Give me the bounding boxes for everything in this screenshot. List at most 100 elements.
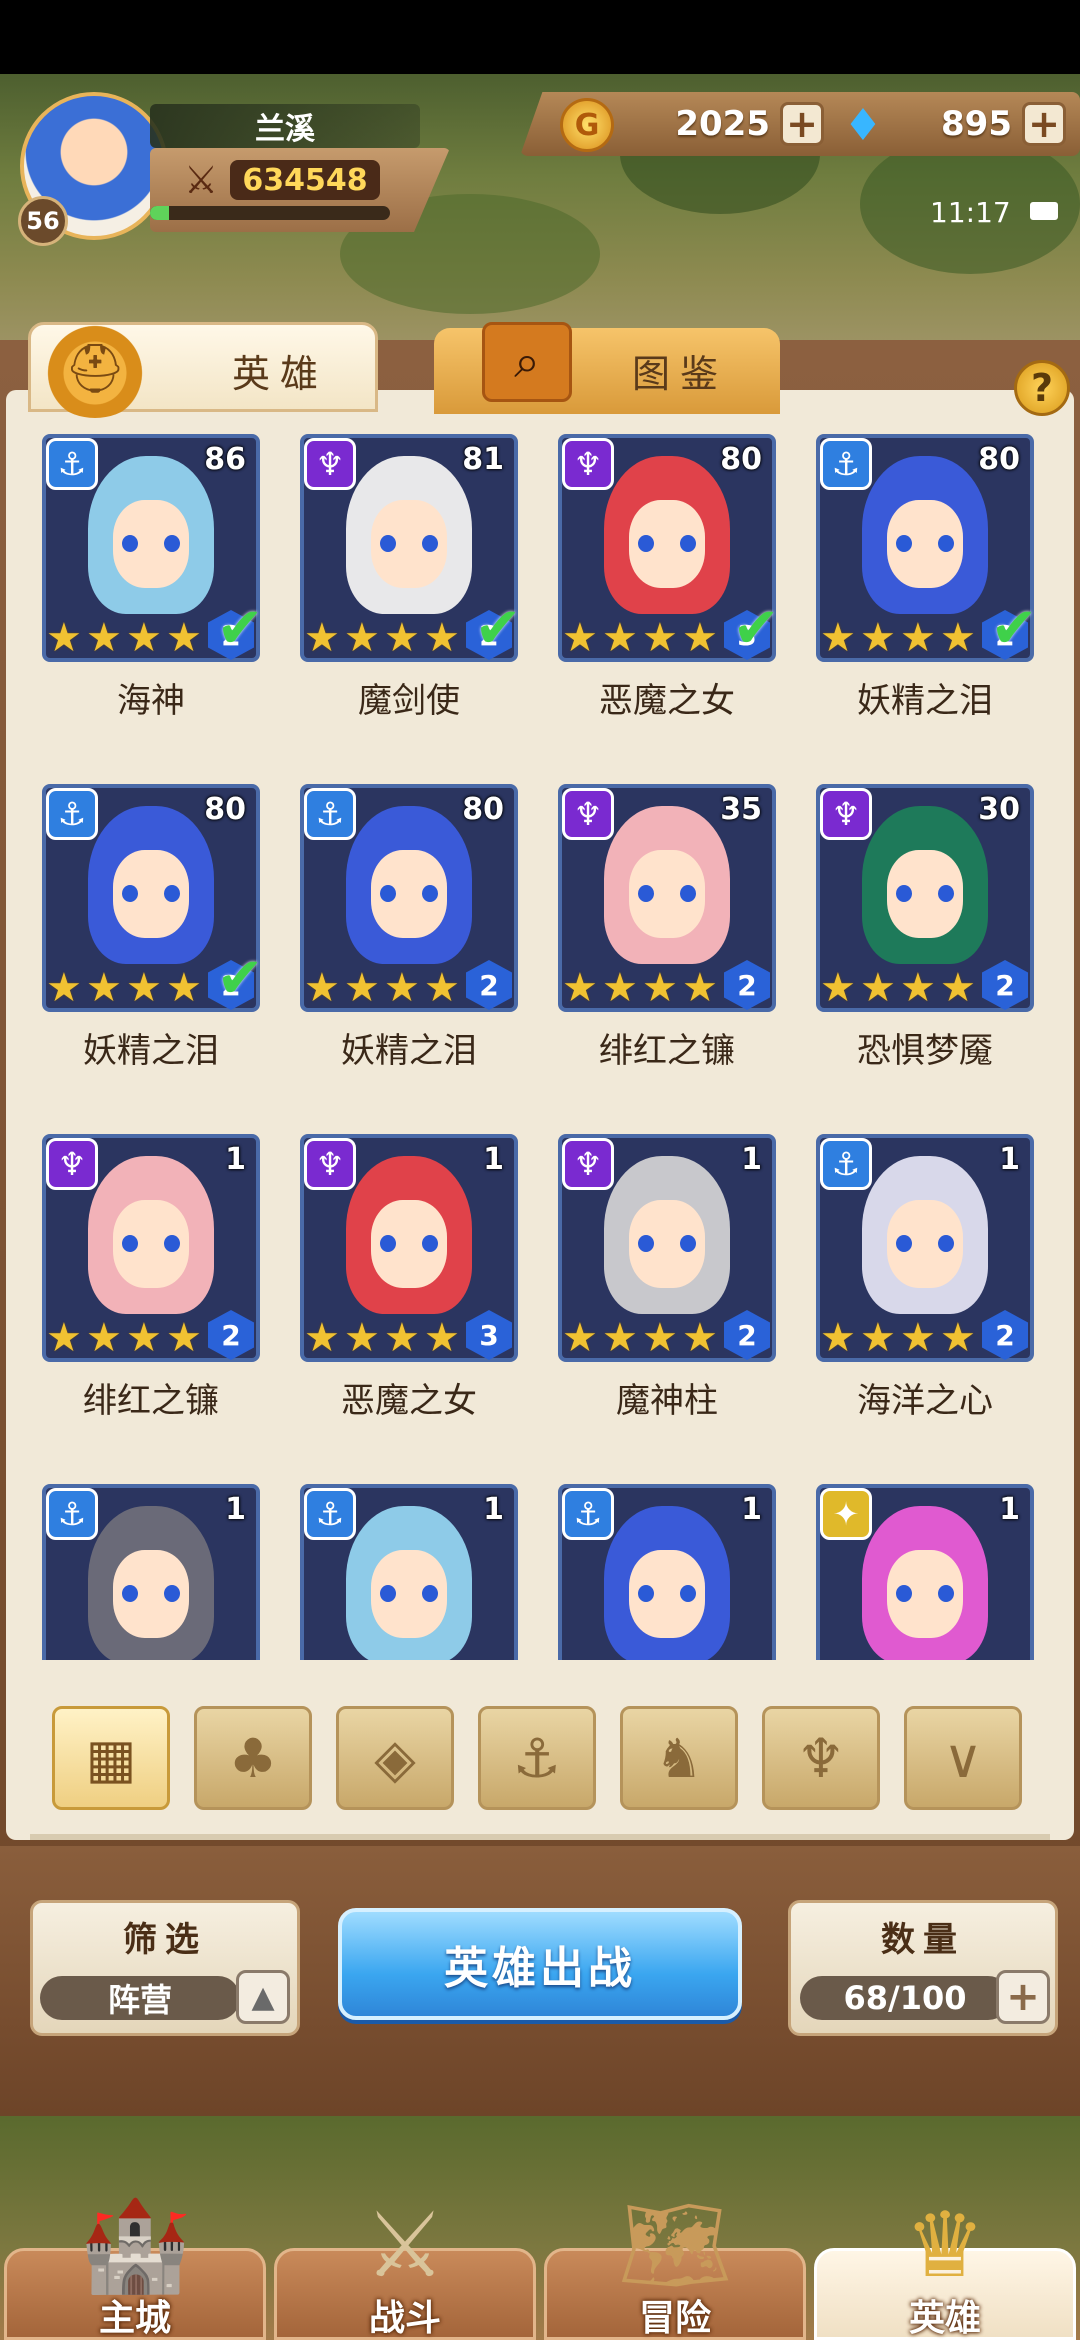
- deploy-heroes-button[interactable]: 英雄出战: [338, 1908, 742, 2020]
- hero-card[interactable]: ⚓ 80 ★ ★ ★ ★ 2 ✔ 妖精之泪: [42, 784, 263, 1104]
- hero-card[interactable]: ⚓ 1: [300, 1484, 518, 1660]
- add-gems-button[interactable]: +: [1022, 102, 1066, 146]
- anchor-faction-icon: ⚓: [820, 438, 872, 490]
- add-gold-button[interactable]: +: [780, 102, 824, 146]
- hero-portrait: ⚓ 1: [558, 1484, 776, 1660]
- hero-level: 80: [720, 442, 762, 477]
- anchor-faction-icon: ⚓: [304, 1488, 356, 1540]
- faction-filter-bar: ▦ ♣ ◈ ⚓ ♞ ♆ ∨: [52, 1706, 1032, 1816]
- star-rating: ★ ★ ★ ★: [304, 1315, 464, 1361]
- plus-icon: +: [1006, 1974, 1040, 2020]
- filter-title: 筛选: [123, 1919, 207, 1960]
- hero-card[interactable]: ⚓ 80 ★ ★ ★ ★ 2 妖精之泪: [300, 784, 518, 1104]
- hero-card[interactable]: ⚓ 1: [558, 1484, 776, 1660]
- hero-card[interactable]: ♆ 80 ★ ★ ★ ★ 3 ✔ 恶魔之女: [558, 434, 779, 754]
- hero-eyes: [379, 534, 439, 553]
- demon-faction-icon: ♆: [304, 1138, 356, 1190]
- help-button[interactable]: ?: [1014, 360, 1070, 416]
- star-icon: ★: [166, 1315, 202, 1361]
- player-name: 兰溪: [150, 104, 420, 148]
- star-icon: ★: [900, 1315, 936, 1361]
- star-icon: ★: [344, 615, 380, 661]
- faction-filter-button[interactable]: ⚓: [478, 1706, 596, 1810]
- nav-label: 战斗: [368, 2298, 441, 2339]
- faction-filter-button[interactable]: ♆: [762, 1706, 880, 1810]
- faction-filter-button[interactable]: ▦: [52, 1706, 170, 1810]
- hero-card[interactable]: ⚓ 1: [42, 1484, 260, 1660]
- hero-eyes: [637, 1234, 697, 1253]
- hero-card[interactable]: ♆ 81 ★ ★ ★ ★ 2 ✔ 魔剑使: [300, 434, 521, 754]
- star-rating: ★ ★ ★ ★: [562, 1315, 722, 1361]
- hero-card[interactable]: ♆ 1 ★ ★ ★ ★ 2 魔神柱: [558, 1134, 776, 1454]
- expand-capacity-button[interactable]: +: [996, 1970, 1050, 2024]
- star-rating: ★ ★ ★ ★: [46, 618, 206, 658]
- hero-level: 1: [225, 1142, 246, 1177]
- hero-eyes: [379, 884, 439, 903]
- tab-codex-label: 图鉴: [631, 351, 728, 396]
- star-icon: ★: [682, 965, 718, 1011]
- filter-toggle-button[interactable]: ▲: [236, 1970, 290, 2024]
- hero-name: 妖精之泪: [857, 680, 993, 721]
- hero-eyes: [121, 534, 181, 553]
- hero-card[interactable]: ♆ 30 ★ ★ ★ ★ 2 恐惧梦魇: [816, 784, 1034, 1104]
- hero-card[interactable]: ✦ 1: [816, 1484, 1034, 1660]
- star-rating: ★ ★ ★ ★: [46, 965, 206, 1011]
- hero-card[interactable]: ♆ 35 ★ ★ ★ ★ 2 绯红之镰: [558, 784, 776, 1104]
- star-icon: ★: [424, 1315, 460, 1361]
- star-rating: ★ ★ ★ ★: [304, 615, 464, 661]
- hero-card[interactable]: ⚓ 1 ★ ★ ★ ★ 2 海洋之心: [816, 1134, 1034, 1454]
- hero-count-value: 68/100: [800, 1976, 1010, 2020]
- hero-level: 35: [720, 792, 762, 827]
- hero-level: 1: [225, 1492, 246, 1527]
- hero-eyes: [895, 534, 955, 553]
- hero-level: 1: [483, 1492, 504, 1527]
- nav-label: 冒险: [638, 2298, 711, 2339]
- hero-card[interactable]: ⚓ 86 ★ ★ ★ ★ 2 ✔ 海神: [42, 434, 263, 754]
- hero-portrait: ⚓ 1: [42, 1484, 260, 1660]
- hero-name: 海洋之心: [857, 1380, 993, 1421]
- nav-label: 主城: [98, 2298, 171, 2339]
- faction-filter-button[interactable]: ∨: [904, 1706, 1022, 1810]
- hero-card[interactable]: ♆ 1 ★ ★ ★ ★ 3 恶魔之女: [300, 1134, 518, 1454]
- hero-name: 恶魔之女: [599, 680, 735, 721]
- hero-name: 恐惧梦魇: [857, 1030, 993, 1071]
- hero-portrait: ✦ 1: [816, 1484, 1034, 1660]
- hero-eyes: [637, 884, 697, 903]
- faction-filter-button[interactable]: ◈: [336, 1706, 454, 1810]
- star-rating: ★ ★ ★ ★: [46, 1315, 206, 1361]
- demon-faction-icon: ♆: [562, 438, 614, 490]
- hero-portrait: ⚓ 1: [300, 1484, 518, 1660]
- status-bar: [0, 0, 1080, 74]
- anchor-faction-icon: ⚓: [820, 1138, 872, 1190]
- power-value: 634548: [230, 160, 380, 200]
- star-icon: ★: [860, 965, 896, 1011]
- deployed-check-icon: ✔: [216, 945, 264, 1011]
- star-icon: ★: [344, 965, 380, 1011]
- hero-eyes: [637, 534, 697, 553]
- star-icon: ★: [424, 615, 460, 661]
- hero-eyes: [895, 1584, 955, 1603]
- beast-icon: ♞: [654, 1726, 704, 1790]
- star-rating: ★ ★ ★ ★: [820, 965, 980, 1011]
- hero-count-title: 数量: [881, 1919, 965, 1960]
- tab-heroes-label: 英雄: [231, 351, 328, 396]
- star-icon: ★: [384, 1315, 420, 1361]
- xp-bar-fill: [150, 206, 170, 220]
- hero-card[interactable]: ♆ 1 ★ ★ ★ ★ 2 绯红之镰: [42, 1134, 260, 1454]
- faction-filter-button[interactable]: ♞: [620, 1706, 738, 1810]
- star-icon: ★: [602, 1315, 638, 1361]
- star-icon: ★: [126, 1315, 162, 1361]
- star-icon: ★: [940, 615, 976, 661]
- filter-value[interactable]: 阵营: [40, 1976, 240, 2020]
- star-icon: ★: [86, 965, 122, 1011]
- deployed-check-icon: ✔: [216, 595, 264, 661]
- hero-level: 30: [978, 792, 1020, 827]
- star-icon: ★: [900, 965, 936, 1011]
- hero-card[interactable]: ⚓ 80 ★ ★ ★ ★ 2 ✔ 妖精之泪: [816, 434, 1037, 754]
- helmet-icon: ⛑: [40, 318, 150, 418]
- hero-level: 81: [462, 442, 504, 477]
- hero-eyes: [121, 884, 181, 903]
- deployed-check-icon: ✔: [474, 595, 522, 661]
- star-icon: ★: [860, 615, 896, 661]
- faction-filter-button[interactable]: ♣: [194, 1706, 312, 1810]
